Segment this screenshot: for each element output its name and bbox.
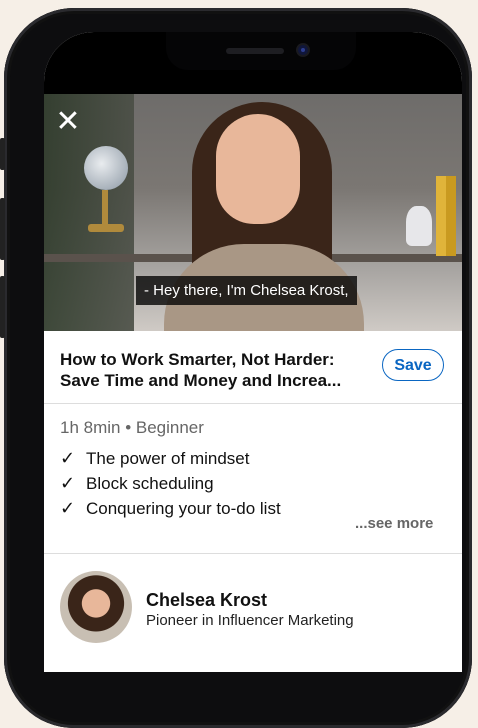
front-camera-icon xyxy=(298,45,308,55)
list-item: ✓ Block scheduling xyxy=(60,471,281,496)
notch xyxy=(166,32,356,70)
phone-mute-switch xyxy=(0,138,5,170)
checkmark-icon: ✓ xyxy=(60,473,76,494)
video-globe-stand xyxy=(102,190,108,226)
checkmark-icon: ✓ xyxy=(60,498,76,519)
video-caption: - Hey there, I'm Chelsea Krost, xyxy=(136,276,357,305)
list-item: ✓ The power of mindset xyxy=(60,446,281,471)
phone-frame: ✕ - Hey there, I'm Chelsea Krost, How to… xyxy=(0,8,472,728)
learning-text: Block scheduling xyxy=(86,474,214,493)
avatar[interactable] xyxy=(60,571,132,643)
learning-list: ✓ The power of mindset ✓ Block scheduling … xyxy=(60,446,281,521)
instructor-title: Pioneer in Influencer Marketing xyxy=(146,612,354,629)
video-ornament xyxy=(406,206,432,246)
checkmark-icon: ✓ xyxy=(60,448,76,469)
learning-text: Conquering your to-do list xyxy=(86,499,281,518)
video-books xyxy=(436,176,456,256)
instructor-name[interactable]: Chelsea Krost xyxy=(146,590,267,611)
video-globe-base xyxy=(88,224,124,232)
see-more-link[interactable]: ...see more xyxy=(355,515,433,532)
course-title-line-2: Save Time and Money and Increa... xyxy=(60,371,342,390)
close-icon[interactable]: ✕ xyxy=(54,107,82,137)
course-header: How to Work Smarter, Not Harder: Save Ti… xyxy=(44,331,462,404)
phone-volume-up xyxy=(0,198,5,260)
course-meta: 1h 8min • Beginner xyxy=(60,418,204,437)
speaker-grille xyxy=(226,48,284,54)
phone-volume-down xyxy=(0,276,5,338)
video-globe xyxy=(84,146,128,190)
list-item: ✓ Conquering your to-do list xyxy=(60,496,281,521)
video-player[interactable]: ✕ - Hey there, I'm Chelsea Krost, xyxy=(44,94,462,331)
divider xyxy=(44,553,462,554)
phone-screen: ✕ - Hey there, I'm Chelsea Krost, How to… xyxy=(44,32,462,672)
course-title: How to Work Smarter, Not Harder: Save Ti… xyxy=(60,349,366,391)
save-button[interactable]: Save xyxy=(382,349,444,381)
course-title-line-1: How to Work Smarter, Not Harder: xyxy=(60,350,335,369)
learning-text: The power of mindset xyxy=(86,449,250,468)
video-presenter-face xyxy=(216,114,300,224)
